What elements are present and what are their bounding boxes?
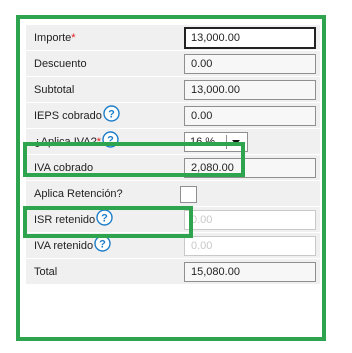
invoice-totals-panel: Importe* Descuento Subtotal IEPS cobrado… — [16, 15, 326, 341]
row-iva-cobrado: IVA cobrado — [26, 155, 320, 181]
descuento-input[interactable] — [184, 54, 316, 74]
subtotal-label: Subtotal — [34, 84, 75, 96]
importe-label: Importe* — [34, 32, 76, 44]
iva-cobrado-label: IVA cobrado — [34, 162, 94, 174]
row-iva-retenido: IVA retenido? — [26, 233, 320, 259]
help-circle-icon[interactable]: ? — [103, 104, 120, 122]
help-circle-icon[interactable]: ? — [94, 234, 111, 252]
iva-rate-value: 16 % — [190, 136, 216, 148]
row-isr-retenido: ISR retenido? — [26, 207, 320, 233]
row-subtotal: Subtotal — [26, 77, 320, 103]
row-importe: Importe* — [26, 25, 320, 51]
select-divider — [226, 135, 227, 149]
iva-retenido-input — [184, 236, 316, 256]
aplica-retencion-checkbox[interactable] — [180, 186, 197, 203]
help-circle-icon[interactable]: ? — [96, 208, 113, 226]
ieps-input[interactable] — [184, 106, 316, 126]
svg-text:?: ? — [99, 238, 106, 250]
row-ieps: IEPS cobrado? — [26, 103, 320, 129]
importe-input[interactable] — [184, 27, 316, 49]
iva-retenido-label: IVA retenido? — [34, 233, 111, 259]
row-total: Total — [26, 259, 320, 285]
aplica-retencion-label: Aplica Retención? — [34, 188, 123, 200]
row-aplica-iva: ¿Aplica IVA?*? 16 % — [26, 129, 320, 155]
iva-cobrado-input[interactable] — [184, 158, 316, 178]
iva-rate-select[interactable]: 16 % — [184, 132, 248, 152]
isr-retenido-input — [184, 210, 316, 230]
aplica-iva-label: ¿Aplica IVA?*? — [34, 129, 119, 155]
ieps-label: IEPS cobrado? — [34, 103, 120, 129]
svg-text:?: ? — [108, 108, 115, 120]
row-aplica-retencion: Aplica Retención? — [26, 181, 320, 207]
descuento-label: Descuento — [34, 58, 87, 70]
isr-retenido-label: ISR retenido? — [34, 207, 113, 233]
total-label: Total — [34, 266, 58, 278]
total-input[interactable] — [184, 262, 316, 282]
chevron-down-icon[interactable] — [232, 140, 240, 145]
subtotal-input[interactable] — [184, 80, 316, 100]
svg-text:?: ? — [101, 212, 108, 224]
svg-text:?: ? — [107, 134, 114, 146]
row-descuento: Descuento — [26, 51, 320, 77]
help-circle-icon[interactable]: ? — [102, 130, 119, 148]
